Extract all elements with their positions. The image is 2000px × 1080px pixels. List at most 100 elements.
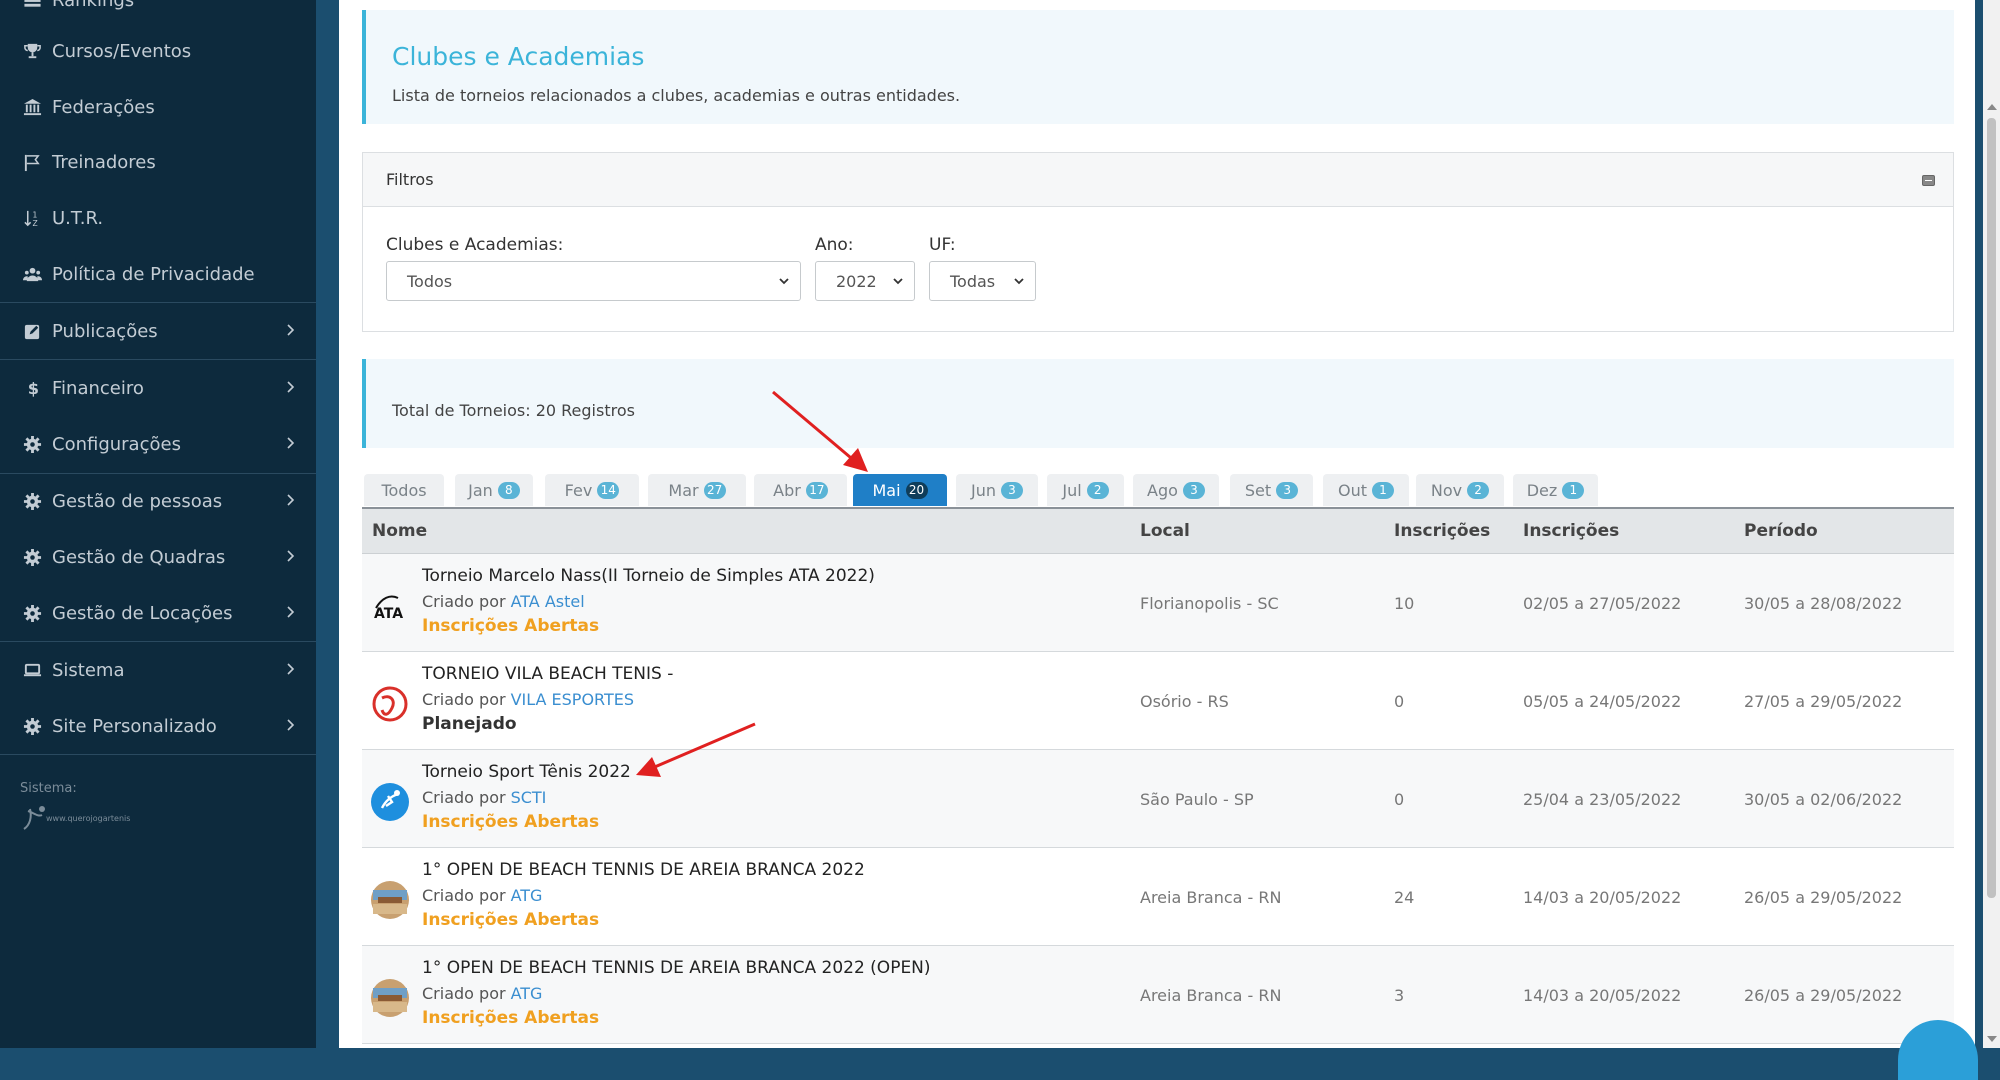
created-by-label: Criado por — [422, 592, 506, 611]
tournament-status: Inscrições Abertas — [422, 812, 600, 832]
sidebar-item-gestao-locacoes[interactable]: Gestão de Locações — [0, 585, 316, 641]
tab-label: Abr — [773, 480, 801, 500]
tournament-local: Florianopolis - SC — [1140, 594, 1279, 613]
tab-label: Jun — [971, 480, 996, 500]
tab-jul[interactable]: Jul 2 — [1047, 474, 1124, 506]
club-select[interactable]: Todos — [386, 261, 801, 301]
scroll-thumb[interactable] — [1987, 118, 1996, 898]
sidebar-item-gestao-quadras[interactable]: Gestão de Quadras — [0, 529, 316, 585]
sidebar-item-site-personalizado[interactable]: Site Personalizado — [0, 698, 316, 754]
sidebar-item-financeiro[interactable]: $ Financeiro — [0, 360, 316, 416]
page-scrollbar[interactable] — [1983, 0, 2000, 1048]
tab-count-badge: 1 — [1562, 481, 1585, 499]
tab-label: Out — [1337, 480, 1367, 500]
tab-count-badge: 17 — [805, 481, 828, 499]
chevron-right-icon — [287, 437, 295, 449]
uf-select-value: Todas — [950, 271, 996, 291]
sidebar-item-treinadores[interactable]: Treinadores — [0, 134, 316, 190]
dollar-icon: $ — [22, 378, 42, 398]
tournament-local: Osório - RS — [1140, 692, 1229, 711]
column-header-name[interactable]: Nome — [372, 521, 427, 541]
page-subtitle: Lista de torneios relacionados a clubes,… — [392, 86, 961, 105]
tab-out[interactable]: Out 1 — [1323, 474, 1409, 506]
creator-link[interactable]: VILA ESPORTES — [511, 690, 634, 709]
tab-jan[interactable]: Jan 8 — [455, 474, 533, 506]
created-by-label: Criado por — [422, 886, 506, 905]
sidebar-item-federacoes[interactable]: Federações — [0, 79, 316, 135]
tournament-name[interactable]: Torneio Marcelo Nass(II Torneio de Simpl… — [422, 566, 875, 586]
table-row[interactable]: ATA Torneio Marcelo Nass(II Torneio de S… — [362, 554, 1954, 652]
gear-icon — [22, 491, 42, 511]
uf-select[interactable]: Todas — [929, 261, 1036, 301]
chevron-right-icon — [287, 494, 295, 506]
table-header: Nome Local Inscrições Inscrições Período — [362, 507, 1954, 554]
table-row[interactable]: Torneio Sport Tênis 2022 Criado por SCTI … — [362, 750, 1954, 848]
column-header-registrations[interactable]: Inscrições — [1394, 521, 1490, 541]
year-select[interactable]: 2022 — [815, 261, 915, 301]
sidebar-item-publicacoes[interactable]: Publicações — [0, 303, 316, 359]
tournament-registrations: 3 — [1394, 986, 1405, 1005]
table-row[interactable]: 1° OPEN DE BEACH TENNIS DE AREIA BRANCA … — [362, 946, 1954, 1044]
chevron-right-icon — [287, 324, 295, 336]
tournament-status: Inscrições Abertas — [422, 616, 600, 636]
sidebar-item-label: Gestão de Locações — [52, 602, 233, 624]
sidebar-item-politica[interactable]: Política de Privacidade — [0, 246, 316, 302]
tournament-name[interactable]: 1° OPEN DE BEACH TENNIS DE AREIA BRANCA … — [422, 860, 865, 880]
gear-icon — [22, 547, 42, 567]
table-row[interactable]: TORNEIO VILA BEACH TENIS - Criado por VIL… — [362, 652, 1954, 750]
tournament-registration-period: 14/03 a 20/05/2022 — [1523, 986, 1682, 1005]
sidebar-item-label: Rankings — [52, 0, 135, 11]
filters-header: Filtros — [363, 153, 1953, 207]
sidebar-item-cursos-eventos[interactable]: Cursos/Eventos — [0, 23, 316, 79]
sidebar-item-configuracoes[interactable]: Configurações — [0, 416, 316, 472]
creator-link[interactable]: ATG — [511, 886, 543, 905]
tab-dez[interactable]: Dez 1 — [1513, 474, 1598, 506]
tab-ago[interactable]: Ago 3 — [1133, 474, 1219, 506]
column-header-local[interactable]: Local — [1140, 521, 1190, 541]
tab-abr[interactable]: Abr 17 — [754, 474, 847, 506]
collapse-icon[interactable] — [1922, 175, 1935, 186]
tab-jun[interactable]: Jun 3 — [956, 474, 1038, 506]
tab-mai[interactable]: Mai 20 — [853, 474, 947, 506]
scroll-down-arrow-icon[interactable] — [1987, 1036, 1997, 1042]
tab-count-badge: 3 — [1001, 481, 1023, 499]
creator-link[interactable]: SCTI — [511, 788, 547, 807]
tab-todos[interactable]: Todos — [364, 474, 444, 506]
scroll-up-arrow-icon[interactable] — [1987, 104, 1997, 110]
tournament-registration-period: 05/05 a 24/05/2022 — [1523, 692, 1682, 711]
tab-set[interactable]: Set 3 — [1230, 474, 1313, 506]
tab-fev[interactable]: Fev 14 — [545, 474, 639, 506]
tournament-creator: Criado por VILA ESPORTES — [422, 690, 634, 709]
tournament-name[interactable]: 1° OPEN DE BEACH TENNIS DE AREIA BRANCA … — [422, 958, 931, 978]
tab-count-badge: 20 — [905, 481, 928, 499]
tab-label: Mar — [668, 480, 699, 500]
column-header-registration-period[interactable]: Inscrições — [1523, 521, 1619, 541]
tab-nov[interactable]: Nov 2 — [1416, 474, 1504, 506]
sidebar-item-label: U.T.R. — [52, 207, 104, 229]
ata-logo: ATA — [374, 595, 403, 622]
sidebar-item-sistema[interactable]: Sistema — [0, 642, 316, 698]
tournament-name[interactable]: TORNEIO VILA BEACH TENIS - — [422, 664, 673, 684]
tab-label: Nov — [1430, 480, 1463, 500]
list-icon — [22, 0, 42, 10]
column-header-period[interactable]: Período — [1744, 521, 1818, 541]
creator-link[interactable]: ATA Astel — [511, 592, 585, 611]
year-filter-label: Ano: — [815, 235, 854, 255]
club-select-value: Todos — [407, 271, 453, 291]
tournament-registrations: 10 — [1394, 594, 1415, 613]
chevron-right-icon — [287, 663, 295, 675]
tab-count-badge: 3 — [1276, 481, 1299, 499]
sidebar-item-gestao-pessoas[interactable]: Gestão de pessoas — [0, 473, 316, 529]
sidebar-item-utr[interactable]: 1Z U.T.R. — [0, 190, 316, 246]
tab-count-badge: 3 — [1182, 481, 1205, 499]
tournament-creator: Criado por ATG — [422, 886, 542, 905]
system-label: Sistema: — [20, 781, 77, 796]
svg-text:www.querojogartenis.net: www.querojogartenis.net — [46, 814, 130, 823]
table-row[interactable]: 1° OPEN DE BEACH TENNIS DE AREIA BRANCA … — [362, 848, 1954, 946]
tab-count-badge: 1 — [1372, 481, 1394, 499]
tab-mar[interactable]: Mar 27 — [648, 474, 746, 506]
main-content: Clubes e Academias Lista de torneios rel… — [339, 0, 1975, 1048]
creator-link[interactable]: ATG — [511, 984, 543, 1003]
tournament-name[interactable]: Torneio Sport Tênis 2022 — [422, 762, 631, 782]
tournament-period: 27/05 a 29/05/2022 — [1744, 692, 1903, 711]
